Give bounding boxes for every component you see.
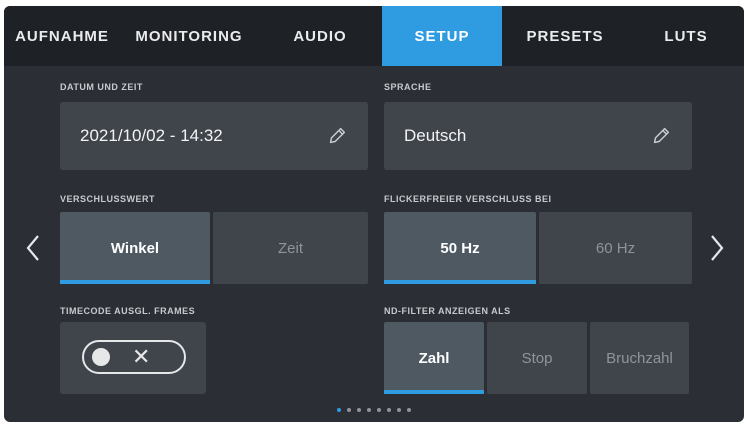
setup-screen: AUFNAHME MONITORING AUDIO SETUP PRESETS … xyxy=(4,6,744,422)
next-page-button[interactable] xyxy=(702,228,732,268)
datetime-label: DATUM UND ZEIT xyxy=(60,82,143,92)
datetime-value: 2021/10/02 - 14:32 xyxy=(80,126,223,145)
flicker-label: FLICKERFREIER VERSCHLUSS BEI xyxy=(384,194,552,204)
tab-setup[interactable]: SETUP xyxy=(382,6,502,66)
flicker-segmented-control: 50 Hz 60 Hz xyxy=(384,212,692,284)
pencil-icon[interactable] xyxy=(326,125,348,147)
toggle-knob xyxy=(92,348,110,366)
nd-option-zahl[interactable]: Zahl xyxy=(384,322,484,394)
page-dot[interactable] xyxy=(387,408,391,412)
page-dot[interactable] xyxy=(367,408,371,412)
page-indicator xyxy=(4,408,744,412)
flicker-option-60hz[interactable]: 60 Hz xyxy=(539,212,692,284)
tab-presets[interactable]: PRESETS xyxy=(502,6,628,66)
page-dot[interactable] xyxy=(377,408,381,412)
language-field[interactable]: Deutsch xyxy=(384,102,692,170)
nd-filter-label: ND-FILTER ANZEIGEN ALS xyxy=(384,306,511,316)
tab-bar: AUFNAHME MONITORING AUDIO SETUP PRESETS … xyxy=(4,6,744,66)
flicker-option-50hz[interactable]: 50 Hz xyxy=(384,212,536,284)
tab-aufnahme[interactable]: AUFNAHME xyxy=(4,6,120,66)
language-label: SPRACHE xyxy=(384,82,432,92)
page-dot[interactable] xyxy=(347,408,351,412)
page-dot[interactable] xyxy=(407,408,411,412)
shutter-option-winkel[interactable]: Winkel xyxy=(60,212,210,284)
page-dot[interactable] xyxy=(337,408,341,412)
nd-filter-segmented-control: Zahl Stop Bruchzahl xyxy=(384,322,689,394)
timecode-toggle[interactable]: ✕ xyxy=(82,340,186,374)
page-dot[interactable] xyxy=(397,408,401,412)
tab-monitoring[interactable]: MONITORING xyxy=(120,6,258,66)
pencil-icon[interactable] xyxy=(650,125,672,147)
shutter-option-zeit[interactable]: Zeit xyxy=(213,212,368,284)
previous-page-button[interactable] xyxy=(18,228,48,268)
timecode-label: TIMECODE AUSGL. FRAMES xyxy=(60,306,196,316)
close-icon: ✕ xyxy=(132,344,151,369)
page-dot[interactable] xyxy=(357,408,361,412)
timecode-toggle-box: ✕ xyxy=(60,322,206,394)
nd-option-bruchzahl[interactable]: Bruchzahl xyxy=(590,322,689,394)
shutter-segmented-control: Winkel Zeit xyxy=(60,212,368,284)
tab-audio[interactable]: AUDIO xyxy=(258,6,382,66)
nd-option-stop[interactable]: Stop xyxy=(487,322,587,394)
shutter-label: VERSCHLUSSWERT xyxy=(60,194,156,204)
chevron-left-icon xyxy=(26,235,39,261)
language-value: Deutsch xyxy=(404,126,467,145)
datetime-field[interactable]: 2021/10/02 - 14:32 xyxy=(60,102,368,170)
tab-luts[interactable]: LUTS xyxy=(628,6,744,66)
chevron-right-icon xyxy=(711,235,724,261)
